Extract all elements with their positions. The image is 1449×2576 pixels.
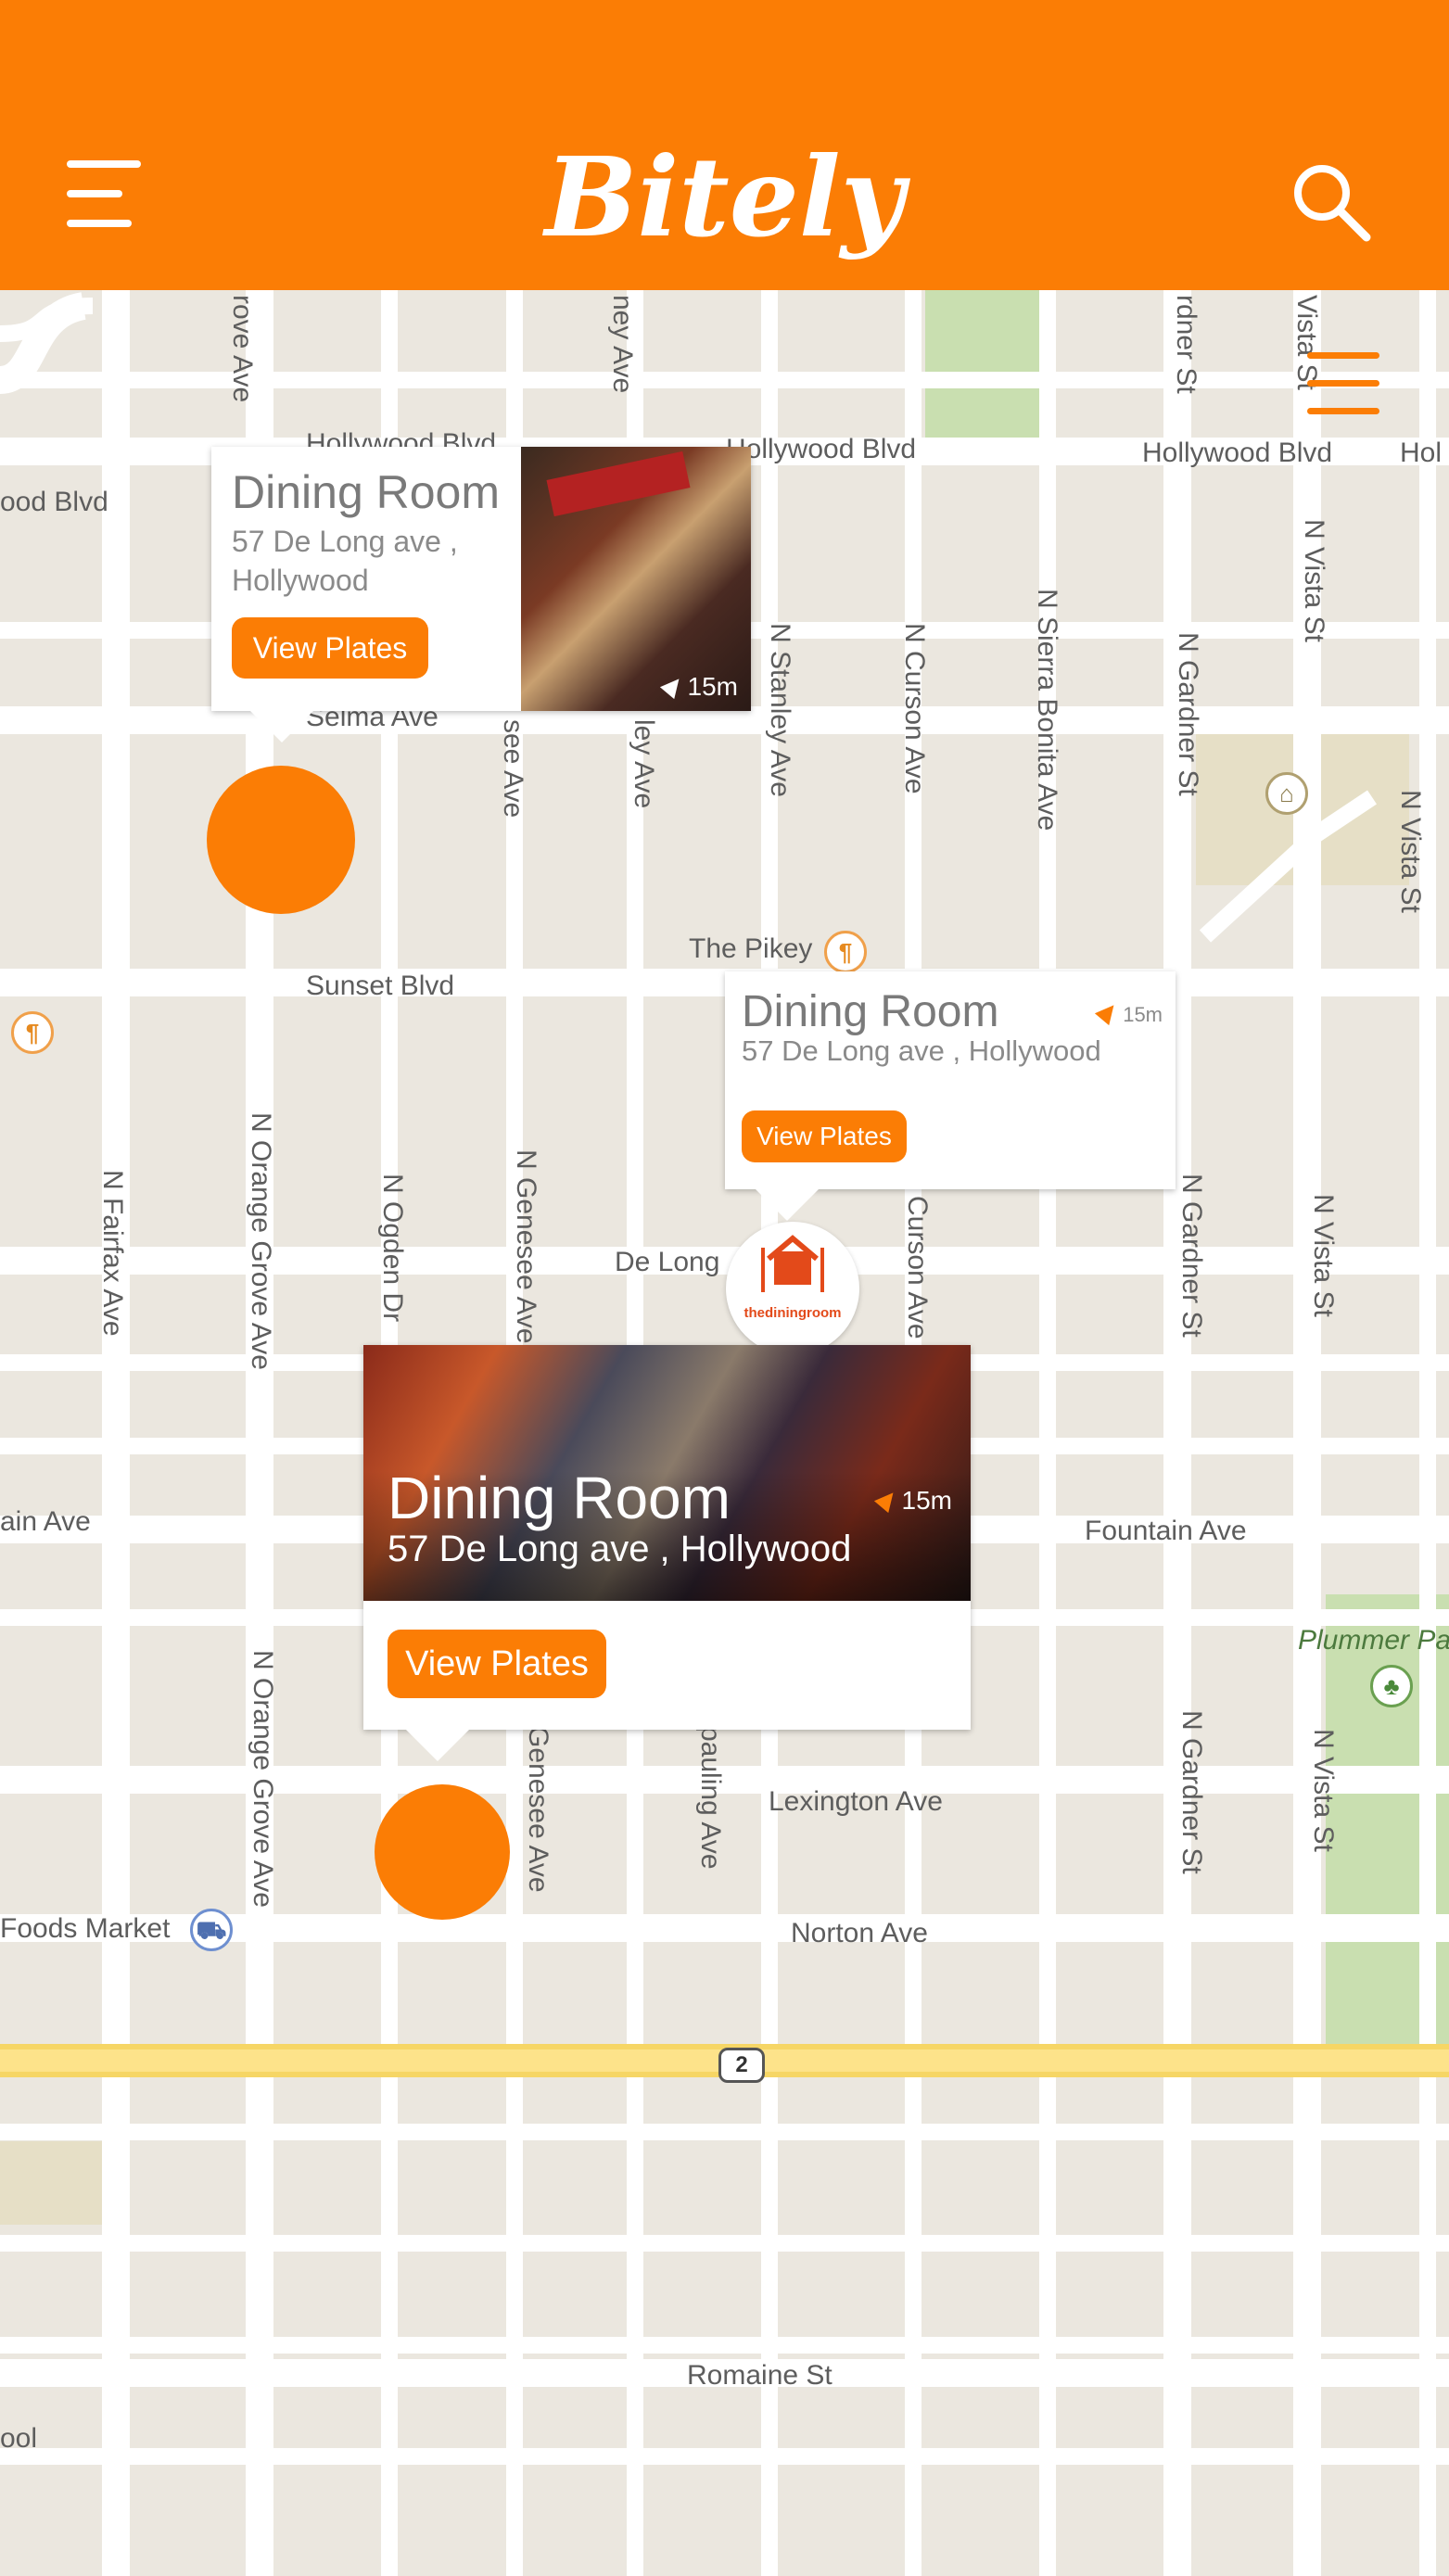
street-label: Romaine St [687,2360,833,2391]
street-label: Genesee Ave [523,1726,553,1893]
view-plates-button[interactable]: View Plates [232,617,428,679]
poi-label: Foods Market [0,1913,171,1944]
street-label: see Ave [498,719,528,818]
park-area [925,290,1044,443]
dining-room-logo-icon [761,1235,824,1292]
map-marker[interactable] [207,766,355,914]
list-icon-bar [1307,380,1379,387]
poi-label: Plummer Pa [1298,1625,1449,1656]
street-label: N Vista St [1299,519,1329,642]
map[interactable] [0,0,1449,2576]
street-label: N Gardner St [1176,1710,1207,1874]
restaurant-title: Dining Room [742,987,999,1036]
restaurant-poi-icon[interactable]: ¶ [11,1011,54,1054]
view-plates-button[interactable]: View Plates [742,1110,907,1162]
street-label: rdner St [1171,295,1201,394]
distance: 15m [659,672,738,702]
card-pointer [406,1730,469,1761]
list-view-button[interactable] [1307,352,1379,419]
park-tree-icon[interactable]: ♣ [1370,1665,1413,1707]
restaurant-card[interactable]: Dining Room 57 De Long ave , Hollywood V… [211,447,751,711]
street-label: N Curson Ave [899,623,930,794]
street-label: N Vista St [1395,790,1426,913]
street-label: Sunset Blvd [306,971,455,1001]
street-label: De Long [615,1247,720,1277]
street-label: ley Ave [629,719,659,809]
restaurant-card[interactable]: Dining Room 57 De Long ave , Hollywood V… [725,971,1176,1189]
distance-value: 15m [687,672,738,701]
restaurant-address: 57 De Long ave , Hollywood [742,1034,1101,1067]
search-button[interactable] [1289,159,1374,245]
location-arrow-icon [659,672,686,700]
street-label: N Gardner St [1173,632,1203,796]
restaurant-card[interactable]: Dining Room 57 De Long ave , Hollywood 1… [363,1345,971,1730]
card-pointer [756,1189,819,1221]
street-label: N Orange Grove Ave [246,1112,276,1370]
list-icon-bar [1307,408,1379,414]
street-label: N Gardner St [1176,1174,1207,1338]
distance: 15m [873,1486,952,1516]
logo-text: thediningroom [744,1305,842,1321]
restaurant-logo-marker[interactable]: thediningroom [726,1222,859,1355]
restaurant-address: 57 De Long ave , Hollywood [388,1529,852,1569]
map-marker[interactable] [375,1784,510,1920]
restaurant-address: Hollywood [232,564,369,597]
lot-area [0,2141,107,2225]
street-label: N Orange Grove Ave [248,1650,278,1908]
app-header: Bitely [0,0,1449,290]
restaurant-poi-icon[interactable]: ¶ [824,931,867,973]
poi-label: The Pikey [689,933,813,964]
street-label: ney Ave [607,295,638,394]
street-label: N Vista St [1308,1194,1339,1317]
distance: 15m [1095,998,1163,1027]
location-arrow-icon [873,1486,900,1514]
street-label: ain Ave [0,1506,91,1537]
location-arrow-icon [1095,998,1122,1026]
restaurant-sign [546,450,691,517]
restaurant-title: Dining Room [232,466,501,518]
street-label: ood Blvd [0,487,108,517]
street-label: Hol [1400,438,1443,468]
search-icon [1294,165,1371,242]
street-label: ool [0,2423,38,2454]
list-icon [1307,352,1379,359]
restaurant-title: Dining Room [388,1465,731,1531]
restaurant-photo: 15m [521,447,751,711]
street-label: Lexington Ave [769,1786,943,1817]
card-pointer [250,711,313,742]
route-shield: 2 [718,2048,765,2083]
distance-value: 15m [901,1486,952,1515]
street-label: Hollywood Blvd [1142,438,1333,468]
school-icon[interactable]: ⌂ [1265,772,1308,815]
distance-value: 15m [1123,1003,1163,1026]
street-label: pauling Ave [695,1726,726,1870]
street-label: N Fairfax Ave [97,1170,128,1337]
street-label: Fountain Ave [1085,1516,1247,1546]
street-label: N Ogden Dr [377,1174,408,1323]
street-label: Norton Ave [791,1918,928,1948]
street-label: Curson Ave [902,1196,933,1339]
street-label: N Genesee Ave [511,1149,541,1344]
shopping-cart-icon[interactable]: ⛟ [190,1909,233,1951]
street-label: N Vista St [1308,1729,1339,1852]
street-label: rove Ave [227,295,258,403]
street-label: Hollywood Blvd [726,434,917,464]
street-label: N Sierra Bonita Ave [1032,589,1062,831]
app-logo: Bitely [544,133,905,261]
restaurant-address: 57 De Long ave , [232,525,458,558]
view-plates-button[interactable]: View Plates [388,1630,606,1698]
street-label: N Stanley Ave [765,623,795,797]
restaurant-photo: Dining Room 57 De Long ave , Hollywood 1… [363,1345,971,1601]
